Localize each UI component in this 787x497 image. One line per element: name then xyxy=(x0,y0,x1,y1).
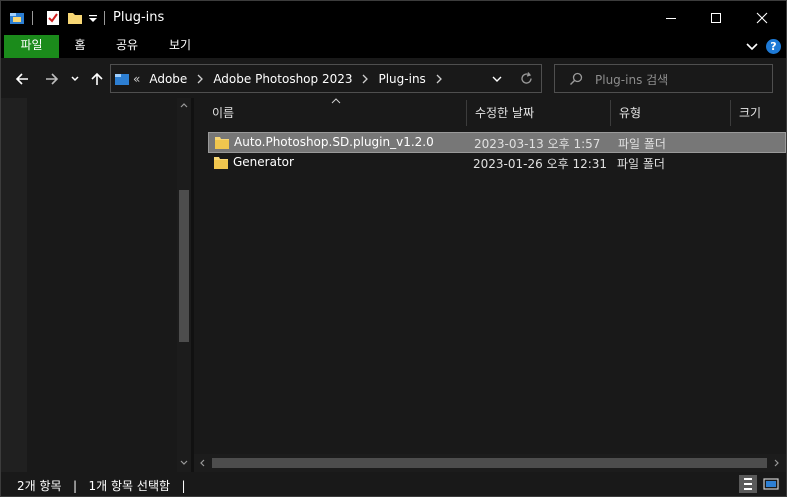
navigation-scroll-thumb[interactable] xyxy=(179,190,189,342)
breadcrumb-item-photoshop[interactable]: Adobe Photoshop 2023 xyxy=(213,72,352,86)
selection-count: 1개 항목 선택함 xyxy=(88,479,171,493)
chevron-down-icon xyxy=(71,76,79,82)
expand-ribbon-chevron-icon[interactable] xyxy=(745,39,759,53)
explorer-window: Plug-ins 파일 홈 공유 보기 ? « Adobe Adobe Phot… xyxy=(0,0,787,497)
navigation-pane-scrollbar[interactable] xyxy=(177,98,191,472)
file-name: Auto.Photoshop.SD.plugin_v1.2.0 xyxy=(234,135,434,149)
item-count: 2개 항목 xyxy=(17,479,62,493)
new-folder-icon[interactable] xyxy=(67,10,83,26)
status-separator: | xyxy=(73,479,78,493)
tab-view[interactable]: 보기 xyxy=(160,35,200,58)
search-box[interactable]: Plug-ins 검색 xyxy=(554,64,773,93)
breadcrumb: « Adobe Adobe Photoshop 2023 Plug-ins xyxy=(133,65,452,92)
file-list-horizontal-scrollbar[interactable] xyxy=(194,454,786,472)
scroll-down-icon[interactable] xyxy=(180,460,188,466)
forward-arrow-icon xyxy=(46,73,59,85)
large-icons-view-icon[interactable] xyxy=(762,475,780,493)
scroll-right-icon[interactable] xyxy=(774,459,780,467)
file-list[interactable]: 이름 수정한 날짜 유형 크기 Auto.Photoshop.SD.plugin… xyxy=(194,98,786,472)
title-bar: Plug-ins xyxy=(1,1,786,35)
forward-button[interactable] xyxy=(43,70,61,88)
tab-share[interactable]: 공유 xyxy=(107,35,147,58)
minimize-icon xyxy=(666,18,676,19)
breadcrumb-chevron-icon[interactable] xyxy=(361,74,369,84)
file-type: 파일 폴더 xyxy=(618,137,666,151)
minimize-button[interactable] xyxy=(648,1,694,35)
column-header-type[interactable]: 유형 xyxy=(611,98,730,128)
search-icon xyxy=(570,72,583,85)
details-view-icon[interactable] xyxy=(739,475,757,493)
column-header-size[interactable]: 크기 xyxy=(731,98,786,128)
column-header-row: 이름 수정한 날짜 유형 크기 xyxy=(194,98,786,128)
horizontal-scroll-thumb[interactable] xyxy=(212,458,767,468)
explorer-app-icon[interactable] xyxy=(9,10,25,26)
customize-quick-access-icon[interactable] xyxy=(88,10,98,26)
breadcrumb-overflow[interactable]: « xyxy=(133,72,140,86)
address-toolbar: « Adobe Adobe Photoshop 2023 Plug-ins Pl… xyxy=(1,58,786,98)
ribbon-tabs: 파일 홈 공유 보기 ? xyxy=(1,35,786,58)
breadcrumb-chevron-icon[interactable] xyxy=(435,74,443,84)
navigation-pane-gutter xyxy=(1,98,27,472)
column-header-modified[interactable]: 수정한 날짜 xyxy=(467,98,610,128)
quick-access-separator xyxy=(32,11,33,25)
file-name: Generator xyxy=(233,155,294,169)
file-row-auto-photoshop[interactable]: Auto.Photoshop.SD.plugin_v1.2.0 2023-03-… xyxy=(208,132,786,153)
close-icon xyxy=(756,12,768,24)
scroll-left-icon[interactable] xyxy=(199,459,205,467)
file-type: 파일 폴더 xyxy=(617,157,665,171)
search-input[interactable]: Plug-ins 검색 xyxy=(595,71,668,88)
status-separator: | xyxy=(181,479,186,493)
refresh-icon[interactable] xyxy=(519,71,534,86)
help-icon[interactable]: ? xyxy=(766,39,781,54)
breadcrumb-chevron-icon[interactable] xyxy=(196,74,204,84)
recent-locations-button[interactable] xyxy=(68,70,82,88)
file-modified: 2023-01-26 오후 12:31 xyxy=(473,157,608,171)
maximize-button[interactable] xyxy=(693,1,739,35)
sort-ascending-icon xyxy=(331,98,341,104)
folder-icon xyxy=(215,137,229,149)
file-row-generator[interactable]: Generator 2023-01-26 오후 12:31 파일 폴더 xyxy=(208,153,786,174)
breadcrumb-item-plugins[interactable]: Plug-ins xyxy=(378,72,425,86)
address-bar[interactable]: « Adobe Adobe Photoshop 2023 Plug-ins xyxy=(110,64,542,93)
scroll-up-icon[interactable] xyxy=(180,102,188,108)
location-folder-icon xyxy=(115,74,129,85)
properties-icon[interactable] xyxy=(45,10,61,26)
folder-icon xyxy=(214,157,228,169)
tab-home[interactable]: 홈 xyxy=(65,35,95,58)
status-text: 2개 항목 | 1개 항목 선택함 | xyxy=(17,477,186,494)
up-button[interactable] xyxy=(88,70,106,88)
back-button[interactable] xyxy=(13,70,31,88)
close-button[interactable] xyxy=(739,1,785,35)
file-modified: 2023-03-13 오후 1:57 xyxy=(474,137,601,151)
maximize-icon xyxy=(711,13,721,23)
navigation-pane[interactable] xyxy=(1,98,191,472)
title-separator xyxy=(104,11,105,25)
status-bar: 2개 항목 | 1개 항목 선택함 | xyxy=(1,472,786,496)
address-history-chevron-icon[interactable] xyxy=(491,74,503,84)
window-title: Plug-ins xyxy=(113,10,165,25)
breadcrumb-item-adobe[interactable]: Adobe xyxy=(149,72,187,86)
up-arrow-icon xyxy=(91,72,103,85)
back-arrow-icon xyxy=(15,73,28,85)
tab-file[interactable]: 파일 xyxy=(4,35,59,58)
